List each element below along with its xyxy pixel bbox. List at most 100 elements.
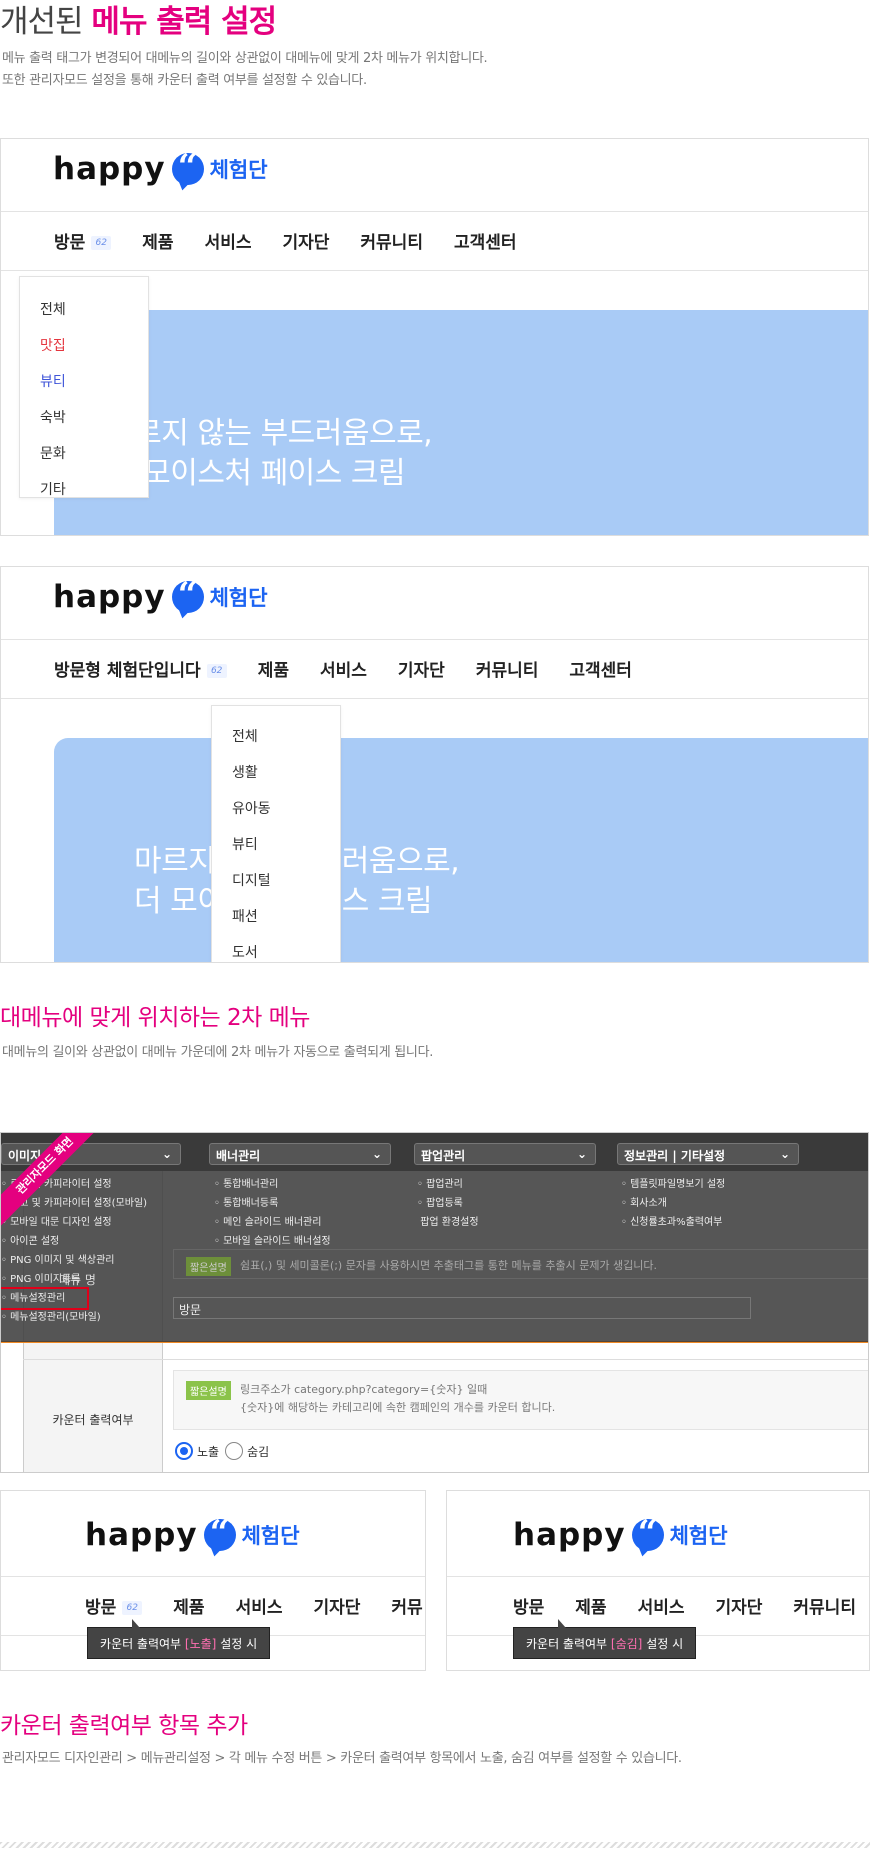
help-badge: 짧은설명 <box>186 1381 231 1400</box>
count-badge: 62 <box>206 664 227 678</box>
menu-link[interactable]: ◦ 신청률초과%출력여부 <box>621 1213 725 1232</box>
main-nav: 방문 62 제품 서비스 기자단 커뮤니티 고객센터 <box>54 228 548 253</box>
help-badge: 짧은설명 <box>186 1257 231 1276</box>
menu-link[interactable]: ◦ 아이콘 설정 <box>1 1232 147 1251</box>
logo-word: happy <box>53 579 166 615</box>
example-frame-2: happy 체험단 방문형 체험단입니다62 제품 서비스 기자단 커뮤니티 고… <box>0 566 869 963</box>
chevron-down-icon: ⌄ <box>779 1147 790 1161</box>
nav-item[interactable]: 방문 <box>513 1593 544 1618</box>
help-text: {숫자}에 해당하는 카테고리에 속한 캠페인의 개수를 카운터 합니다. <box>240 1401 556 1414</box>
submenu-item[interactable]: 뷰티 <box>232 834 258 854</box>
menu-link[interactable]: 팝업 환경설정 <box>417 1213 478 1232</box>
site-logo[interactable]: happy 체험단 <box>53 147 268 187</box>
logo-sub: 체험단 <box>669 1524 728 1548</box>
submenu-item[interactable]: 기타 <box>40 479 66 499</box>
menu-link[interactable]: ◦ 템플릿파일명보기 설정 <box>621 1175 725 1194</box>
nav-item[interactable]: 커뮤니티 <box>476 656 539 681</box>
section-title: 대메뉴에 맞게 위치하는 2차 메뉴 <box>0 1005 310 1031</box>
nav-item[interactable]: 제품 <box>258 656 289 681</box>
section-description: 관리자모드 디자인관리 > 메뉴관리설정 > 각 메뉴 수정 버튼 > 카운터 … <box>2 1751 682 1766</box>
submenu-dropdown: 전체 맛집 뷰티 숙박 문화 기타 <box>19 276 149 498</box>
nav-item[interactable]: 서비스 <box>236 1593 283 1618</box>
submenu-item[interactable]: 유아동 <box>232 798 271 818</box>
main-nav: 방문 62 제품 서비스 기자단 커뮤 <box>85 1593 425 1618</box>
top-menu[interactable]: 팝업관리 ⌄ <box>414 1143 596 1165</box>
submenu-item[interactable]: 디지털 <box>232 870 271 890</box>
counter-radio-group: 노출 숨김 <box>175 1442 269 1460</box>
count-badge: 62 <box>91 236 112 250</box>
nav-item[interactable]: 기자단 <box>715 1593 762 1618</box>
submenu-item[interactable]: 뷰티 <box>40 371 66 391</box>
promo-banner[interactable]: 마르지 않는 부드러움으로, 더 모이스처 페이스 크림 <box>54 738 868 962</box>
submenu-item[interactable]: 도서 <box>232 942 258 962</box>
submenu-item[interactable]: 맛집 <box>40 335 66 355</box>
speech-bubble-icon <box>203 1513 236 1553</box>
submenu-item[interactable]: 생활 <box>232 762 258 782</box>
nav-item[interactable]: 제품 <box>142 228 173 253</box>
top-menu[interactable]: 정보관리 | 기타설정 ⌄ <box>617 1143 799 1165</box>
help-box: 짧은설명 링크주소가 category.php?category={숫자} 일때… <box>173 1370 868 1430</box>
bottom-divider <box>0 1842 870 1848</box>
nav-item[interactable]: 방문 62 <box>85 1593 143 1618</box>
divider <box>1 211 868 212</box>
top-menu[interactable]: 배너관리 ⌄ <box>209 1143 391 1165</box>
submenu-item[interactable]: 숙박 <box>40 407 66 427</box>
site-logo[interactable]: happy 체험단 <box>513 1513 728 1553</box>
help-box-dim: 짧은설명 쉼표(,) 및 세미콜론(;) 문자를 사용하시면 추출태그를 통한 … <box>173 1249 868 1279</box>
nav-item[interactable]: 커뮤 <box>391 1593 422 1618</box>
nav-item[interactable]: 커뮤니티 <box>793 1593 856 1618</box>
speech-bubble-icon <box>171 147 204 187</box>
radio-hide[interactable] <box>225 1442 244 1460</box>
submenu-item[interactable]: 패션 <box>232 906 258 926</box>
banner-line-1: 마르지 않는 부드러움으로, <box>107 416 433 451</box>
divider <box>447 1576 869 1577</box>
menu-link[interactable]: ◦ 메뉴설정관리(모바일) <box>1 1308 147 1327</box>
menu-link[interactable]: ◦ 통합배너등록 <box>214 1194 331 1213</box>
logo-word: happy <box>513 1517 626 1553</box>
site-logo[interactable]: happy 체험단 <box>85 1513 300 1553</box>
desc-line-1: 메뉴 출력 태그가 변경되어 대메뉴의 길이와 상관없이 대메뉴에 맞게 2차 … <box>2 51 488 66</box>
nav-item[interactable]: 서비스 <box>638 1593 685 1618</box>
site-logo[interactable]: happy 체험단 <box>53 575 268 615</box>
menu-link[interactable]: ◦ 회사소개 <box>621 1194 725 1213</box>
menu-name-input[interactable]: 방문 <box>173 1297 751 1319</box>
divider <box>1 639 868 640</box>
submenu-item[interactable]: 전체 <box>40 299 66 319</box>
nav-item[interactable]: 기자단 <box>398 656 445 681</box>
nav-item[interactable]: 기자단 <box>282 228 329 253</box>
submenu-item[interactable]: 문화 <box>40 443 66 463</box>
menu-link[interactable]: ◦ 통합배너관리 <box>214 1175 331 1194</box>
divider <box>1 1576 425 1577</box>
banner-line-2: 더 모이스처 페이스 크림 <box>107 456 406 491</box>
help-text: 쉼표(,) 및 세미콜론(;) 문자를 사용하시면 추출태그를 통한 메뉴를 추… <box>240 1259 658 1272</box>
main-nav: 방문형 체험단입니다 62 제품 서비스 기자단 커뮤니티 고객센터 <box>54 656 663 681</box>
nav-item[interactable]: 커뮤니티 <box>360 228 423 253</box>
logo-sub: 체험단 <box>209 586 268 610</box>
tooltip-counter-show: 카운터 출력여부 [노출] 설정 시 <box>87 1619 271 1659</box>
page-title: 개선된 메뉴 출력 설정 <box>0 0 277 41</box>
radio-show[interactable] <box>175 1442 193 1460</box>
nav-item[interactable]: 고객센터 <box>569 656 632 681</box>
submenu-item[interactable]: 전체 <box>232 726 258 746</box>
menu-link[interactable]: ◦ 팝업관리 <box>417 1175 479 1194</box>
nav-item[interactable]: 제품 <box>575 1593 606 1618</box>
nav-item[interactable]: 기자단 <box>313 1593 360 1618</box>
menu-link[interactable]: ◦ 메인 슬라이드 배너관리 <box>214 1213 331 1232</box>
menu-link[interactable]: ◦ 팝업등록 <box>417 1194 479 1213</box>
nav-item[interactable]: 서비스 <box>205 228 252 253</box>
nav-item[interactable]: 제품 <box>173 1593 204 1618</box>
nav-item[interactable]: 방문 62 <box>54 228 112 253</box>
tooltip-counter-hide: 카운터 출력여부 [숨김] 설정 시 <box>513 1619 697 1659</box>
menu-link[interactable]: ◦ 모바일 대문 디자인 설정 <box>1 1213 147 1232</box>
example-frame-counter-hide: happy 체험단 방문 제품 서비스 기자단 커뮤니티 카운터 출력여부 [숨… <box>446 1490 870 1671</box>
top-menu[interactable]: 이미지 ⌄ <box>1 1143 181 1165</box>
radio-show-label: 노출 <box>197 1444 220 1459</box>
nav-item[interactable]: 서비스 <box>320 656 367 681</box>
nav-item[interactable]: 고객센터 <box>454 228 517 253</box>
promo-banner[interactable]: 마르지 않는 부드러움으로, 더 모이스처 페이스 크림 <box>54 310 868 535</box>
radio-hide-label: 숨김 <box>247 1444 270 1459</box>
nav-item[interactable]: 방문형 체험단입니다 62 <box>54 656 227 681</box>
main-nav: 방문 제품 서비스 기자단 커뮤니티 <box>513 1593 869 1618</box>
menu-link-highlighted[interactable]: ◦ 메뉴설정관리 <box>1 1287 89 1310</box>
menu-link[interactable]: ◦ PNG 이미지 및 색상관리 <box>1 1251 147 1270</box>
